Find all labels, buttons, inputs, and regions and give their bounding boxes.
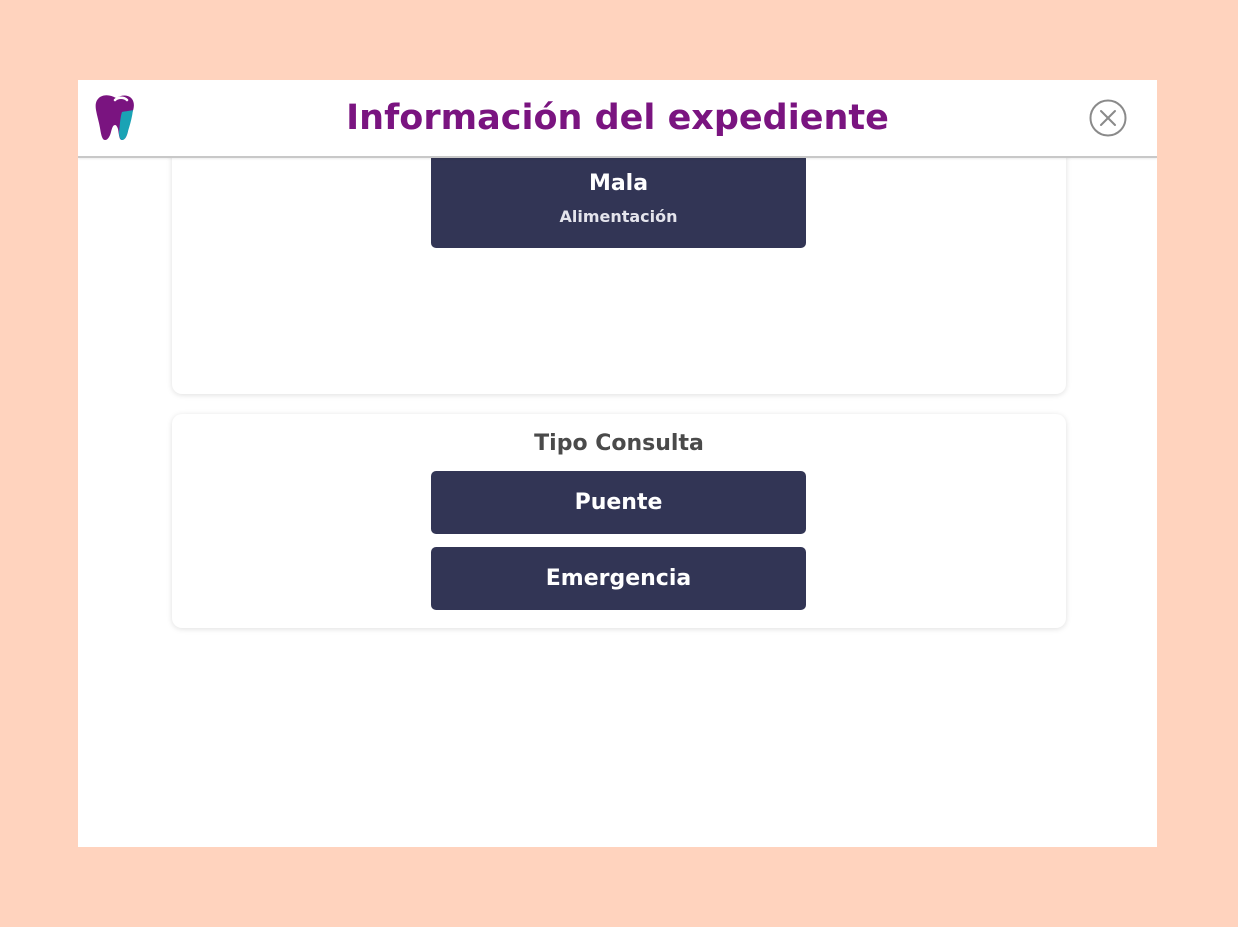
habit-caption: Alimentación bbox=[559, 207, 678, 226]
consult-option-puente[interactable]: Puente bbox=[431, 471, 806, 534]
consult-type-card: Tipo Consulta Puente Emergencia bbox=[172, 414, 1066, 628]
record-info-modal: Información del expediente Mala Alimenta… bbox=[78, 80, 1157, 847]
modal-header: Información del expediente bbox=[78, 80, 1157, 158]
close-icon[interactable] bbox=[1089, 99, 1127, 137]
consult-type-title: Tipo Consulta bbox=[534, 431, 704, 456]
habit-value: Mala bbox=[588, 171, 649, 196]
modal-body[interactable]: Mala Alimentación Tipo Consulta Puente E… bbox=[78, 158, 1157, 847]
modal-title: Información del expediente bbox=[346, 98, 889, 138]
habit-value-card: Mala Alimentación bbox=[431, 158, 806, 248]
habits-card: Mala Alimentación bbox=[172, 158, 1066, 394]
consult-option-emergencia[interactable]: Emergencia bbox=[431, 547, 806, 610]
